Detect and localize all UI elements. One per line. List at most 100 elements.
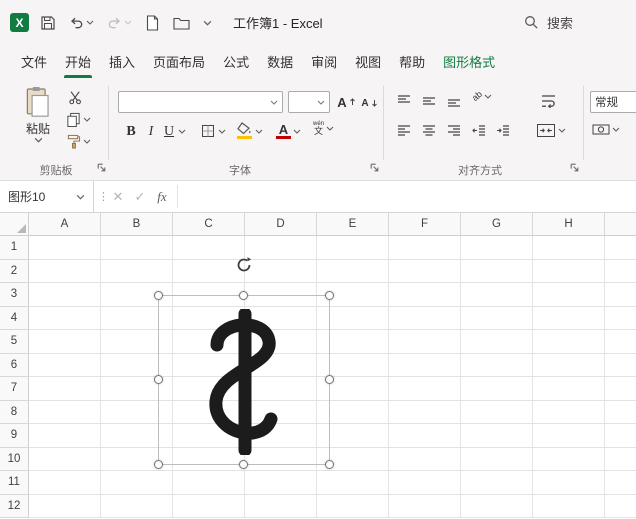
copy-button[interactable] xyxy=(66,112,91,127)
cell-H3[interactable] xyxy=(533,283,605,307)
decrease-font-size-button[interactable]: A xyxy=(359,93,380,113)
cell-G5[interactable] xyxy=(461,330,533,354)
font-size-combo[interactable] xyxy=(288,91,330,113)
align-right-button[interactable] xyxy=(446,123,462,139)
tab-shape-format[interactable]: 图形格式 xyxy=(434,45,504,78)
column-header-E[interactable]: E xyxy=(317,213,389,235)
cell-B1[interactable] xyxy=(101,236,173,260)
formula-input[interactable] xyxy=(180,181,636,212)
customize-qat-button[interactable] xyxy=(201,17,214,29)
selection-handle-ne[interactable] xyxy=(325,291,334,300)
cell-H4[interactable] xyxy=(533,306,605,330)
cell-H6[interactable] xyxy=(533,353,605,377)
align-left-button[interactable] xyxy=(396,123,412,139)
enter-button[interactable]: ✓ xyxy=(130,181,150,212)
selected-shape[interactable] xyxy=(201,309,289,455)
align-center-button[interactable] xyxy=(421,123,437,139)
tab-formulas[interactable]: 公式 xyxy=(214,45,258,78)
align-top-button[interactable] xyxy=(396,93,412,109)
search-box[interactable]: 搜索 xyxy=(524,0,573,45)
font-color-button[interactable]: A xyxy=(276,122,301,140)
increase-font-size-button[interactable]: A xyxy=(336,92,357,112)
cell-G11[interactable] xyxy=(461,471,533,495)
cell-D1[interactable] xyxy=(245,236,317,260)
cell-G7[interactable] xyxy=(461,377,533,401)
row-header-6[interactable]: 6 xyxy=(0,353,29,377)
selection-handle-sw[interactable] xyxy=(154,460,163,469)
selection-handle-nw[interactable] xyxy=(154,291,163,300)
new-file-button[interactable] xyxy=(143,12,162,34)
cell-H7[interactable] xyxy=(533,377,605,401)
cell-H9[interactable] xyxy=(533,424,605,448)
cell-F7[interactable] xyxy=(389,377,461,401)
cell-B2[interactable] xyxy=(101,259,173,283)
underline-dropdown[interactable] xyxy=(178,129,186,134)
column-header-C[interactable]: C xyxy=(173,213,245,235)
row-header-4[interactable]: 4 xyxy=(0,306,29,330)
clipboard-dialog-launcher[interactable] xyxy=(96,162,108,174)
tab-home[interactable]: 开始 xyxy=(56,45,100,78)
cell-G4[interactable] xyxy=(461,306,533,330)
decrease-indent-button[interactable] xyxy=(471,123,487,139)
cell-H8[interactable] xyxy=(533,400,605,424)
tab-insert[interactable]: 插入 xyxy=(100,45,144,78)
cell-D12[interactable] xyxy=(245,494,317,518)
fill-color-button[interactable] xyxy=(237,122,263,140)
merge-center-button[interactable] xyxy=(536,123,566,138)
cell-F3[interactable] xyxy=(389,283,461,307)
cell-D11[interactable] xyxy=(245,471,317,495)
cell-B11[interactable] xyxy=(101,471,173,495)
cell-F11[interactable] xyxy=(389,471,461,495)
insert-function-button[interactable]: fx xyxy=(152,181,172,212)
cell-E11[interactable] xyxy=(317,471,389,495)
cell-F6[interactable] xyxy=(389,353,461,377)
cell-D2[interactable] xyxy=(245,259,317,283)
column-header-H[interactable]: H xyxy=(533,213,605,235)
cell-G12[interactable] xyxy=(461,494,533,518)
underline-button[interactable]: U xyxy=(161,122,177,142)
cell-B12[interactable] xyxy=(101,494,173,518)
cell-F4[interactable] xyxy=(389,306,461,330)
tab-file[interactable]: 文件 xyxy=(12,45,56,78)
select-all-corner[interactable] xyxy=(0,213,29,235)
increase-indent-button[interactable] xyxy=(495,123,511,139)
row-header-11[interactable]: 11 xyxy=(0,471,29,495)
wrap-text-button[interactable] xyxy=(540,93,557,109)
align-bottom-button[interactable] xyxy=(446,93,462,109)
cell-H1[interactable] xyxy=(533,236,605,260)
tab-review[interactable]: 审阅 xyxy=(302,45,346,78)
selection-handle-se[interactable] xyxy=(325,460,334,469)
cell-H12[interactable] xyxy=(533,494,605,518)
row-header-7[interactable]: 7 xyxy=(0,377,29,401)
tab-view[interactable]: 视图 xyxy=(346,45,390,78)
row-header-2[interactable]: 2 xyxy=(0,259,29,283)
cell-F12[interactable] xyxy=(389,494,461,518)
cell-G9[interactable] xyxy=(461,424,533,448)
accounting-format-button[interactable] xyxy=(592,123,620,136)
selection-handle-w[interactable] xyxy=(154,375,163,384)
cell-E12[interactable] xyxy=(317,494,389,518)
font-dialog-launcher[interactable] xyxy=(369,162,381,174)
cancel-button[interactable]: ✕ xyxy=(108,181,128,212)
cell-A12[interactable] xyxy=(29,494,101,518)
cell-A1[interactable] xyxy=(29,236,101,260)
column-header-B[interactable]: B xyxy=(101,213,173,235)
row-header-12[interactable]: 12 xyxy=(0,494,29,518)
phonetic-guide-button[interactable]: wén 文 xyxy=(313,121,334,136)
cell-G6[interactable] xyxy=(461,353,533,377)
cell-C12[interactable] xyxy=(173,494,245,518)
tab-data[interactable]: 数据 xyxy=(258,45,302,78)
cell-G8[interactable] xyxy=(461,400,533,424)
cell-C11[interactable] xyxy=(173,471,245,495)
row-header-10[interactable]: 10 xyxy=(0,447,29,471)
cut-button[interactable] xyxy=(68,90,83,105)
cell-F5[interactable] xyxy=(389,330,461,354)
borders-button[interactable] xyxy=(200,123,226,139)
save-button[interactable] xyxy=(38,12,58,34)
row-header-1[interactable]: 1 xyxy=(0,236,29,260)
bold-button[interactable]: B xyxy=(122,122,140,142)
number-format-combo[interactable]: 常规 xyxy=(590,91,636,113)
column-header-F[interactable]: F xyxy=(389,213,461,235)
cell-F9[interactable] xyxy=(389,424,461,448)
cell-A3[interactable] xyxy=(29,283,101,307)
